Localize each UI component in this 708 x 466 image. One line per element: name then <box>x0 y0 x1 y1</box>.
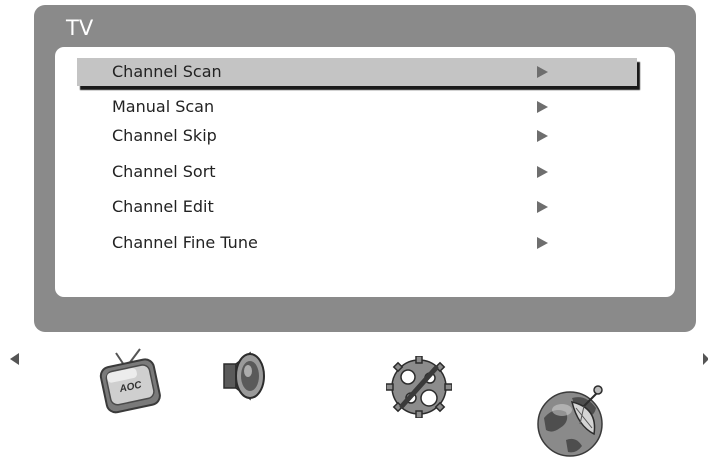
satellite-globe-icon[interactable] <box>536 378 608 462</box>
settings-gears-icon[interactable] <box>385 355 453 419</box>
nav-left-arrow-icon[interactable] <box>10 353 19 365</box>
submenu-arrow-icon <box>537 130 548 142</box>
speaker-icon[interactable] <box>218 351 270 401</box>
menu-item-label: Channel Fine Tune <box>112 233 258 252</box>
tv-menu-panel: TV Channel Scan Manual Scan Channel Skip… <box>34 5 696 332</box>
submenu-arrow-icon <box>537 201 548 213</box>
menu-item-channel-skip[interactable]: Channel Skip <box>77 122 637 150</box>
menu-title: TV <box>66 16 94 40</box>
submenu-arrow-icon <box>537 66 548 78</box>
menu-item-manual-scan[interactable]: Manual Scan <box>77 93 637 121</box>
menu-item-label: Channel Edit <box>112 197 214 216</box>
menu-item-channel-fine-tune[interactable]: Channel Fine Tune <box>77 229 637 257</box>
submenu-arrow-icon <box>537 237 548 249</box>
menu-item-channel-scan[interactable]: Channel Scan <box>77 58 637 86</box>
menu-item-label: Channel Sort <box>112 162 216 181</box>
submenu-arrow-icon <box>537 166 548 178</box>
menu-item-channel-edit[interactable]: Channel Edit <box>77 193 637 221</box>
menu-item-channel-sort[interactable]: Channel Sort <box>77 158 637 186</box>
menu-list: Channel Scan Manual Scan Channel Skip Ch… <box>55 47 675 297</box>
menu-item-label: Manual Scan <box>112 97 215 116</box>
tv-icon[interactable]: AOC <box>96 347 164 419</box>
submenu-arrow-icon <box>537 101 548 113</box>
menu-item-label: Channel Skip <box>112 126 217 145</box>
menu-item-label: Channel Scan <box>112 62 222 81</box>
nav-right-arrow-icon[interactable] <box>703 353 708 365</box>
